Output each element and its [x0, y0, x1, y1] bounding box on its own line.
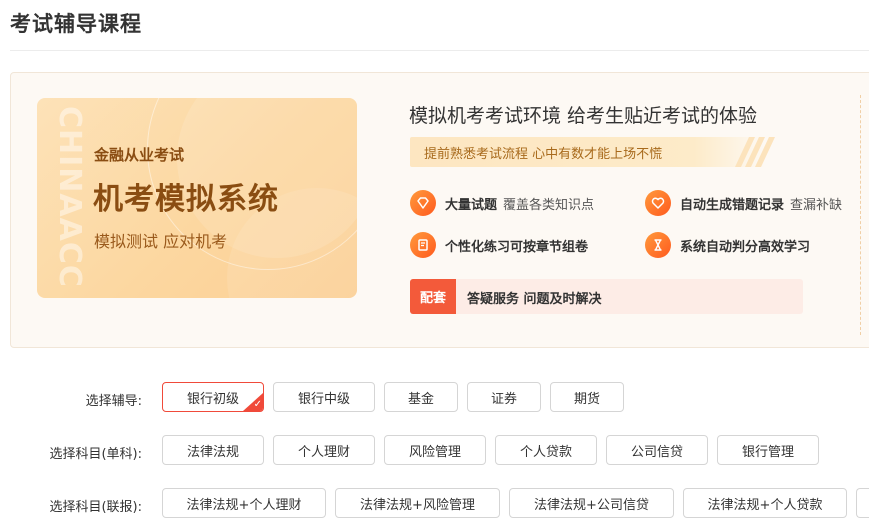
document-icon [410, 232, 436, 258]
feature-title: 自动生成错题记录 [680, 197, 785, 213]
chip-label: 银行管理 [741, 444, 794, 460]
feature-item: 系统自动判分高效学习 [645, 231, 810, 259]
dashed-divider [860, 95, 861, 335]
hourglass-icon [645, 232, 671, 258]
subject-option[interactable]: 法律法规 [162, 435, 264, 465]
subject-option[interactable]: 银行管理 [717, 435, 819, 465]
chip-label: 个人贷款 [519, 444, 572, 460]
combo-option[interactable]: 法律法规+个人贷款 [683, 488, 847, 518]
hero-tagline: 模拟测试 应对机考 [94, 232, 228, 251]
service-badge: 配套 [410, 279, 456, 314]
feature-title: 个性化练习可按章节组卷 [445, 239, 589, 255]
service-bar: 配套 答疑服务 问题及时解决 [410, 279, 803, 314]
chip-label: 风险管理 [408, 444, 461, 460]
chip-label: 法律法规+个人理财 [186, 497, 302, 513]
chip-label: 公司信贷 [630, 444, 683, 460]
intro-ribbon-text: 提前熟悉考试流程 心中有数才能上场不慌 [424, 147, 663, 162]
counseling-option-futures[interactable]: 期货 [550, 382, 624, 412]
counseling-option-securities[interactable]: 证券 [467, 382, 541, 412]
chip-label: 法律法规 [186, 444, 239, 460]
chip-label: 基金 [407, 391, 434, 407]
combined-subject-label: 选择科目(联报): [49, 500, 142, 515]
check-icon: ✓ [253, 399, 262, 410]
subject-option[interactable]: 个人理财 [273, 435, 375, 465]
chip-label: 证券 [490, 391, 517, 407]
hero-title: 机考模拟系统 [93, 182, 279, 217]
subject-option[interactable]: 风险管理 [384, 435, 486, 465]
hero-watermark: CHINAACC [52, 106, 87, 288]
feature-desc: 查漏补缺 [790, 197, 843, 213]
intro-ribbon: 提前熟悉考试流程 心中有数才能上场不慌 [410, 137, 775, 167]
combo-option[interactable]: 法律法规+风险管理 [335, 488, 500, 518]
counseling-option-fund[interactable]: 基金 [384, 382, 458, 412]
chip-label: 期货 [573, 391, 600, 407]
counseling-option-banking-junior[interactable]: 银行初级 ✓ [162, 382, 264, 412]
feature-item: 自动生成错题记录 查漏补缺 [645, 189, 842, 217]
heart-icon [645, 190, 671, 216]
diamond-icon [410, 190, 436, 216]
feature-desc: 覆盖各类知识点 [503, 197, 595, 213]
hero-card: CHINAACC 金融从业考试 机考模拟系统 模拟测试 应对机考 [37, 98, 357, 298]
title-divider [10, 50, 869, 51]
intro-headline: 模拟机考考试环境 给考生贴近考试的体验 [409, 105, 758, 127]
feature-title: 系统自动判分高效学习 [680, 239, 811, 255]
hero-subtitle: 金融从业考试 [94, 146, 185, 164]
chip-label: 法律法规+风险管理 [360, 497, 475, 513]
counseling-option-banking-intermediate[interactable]: 银行中级 [273, 382, 375, 412]
page-title: 考试辅导课程 [10, 12, 142, 36]
subject-option[interactable]: 公司信贷 [606, 435, 708, 465]
subject-option[interactable]: 个人贷款 [495, 435, 597, 465]
chip-label: 法律法规+公司信贷 [534, 497, 649, 513]
feature-title: 大量试题 [445, 197, 498, 213]
chip-label: 法律法规+个人贷款 [707, 497, 823, 513]
combo-option[interactable]: 法律法规+个人理财 [162, 488, 326, 518]
combo-option[interactable]: 法律法规+公司信贷 [509, 488, 674, 518]
feature-item: 个性化练习可按章节组卷 [410, 231, 588, 259]
feature-item: 大量试题 覆盖各类知识点 [410, 189, 594, 217]
chip-label: 银行中级 [297, 391, 350, 407]
chip-label: 银行初级 [186, 391, 239, 407]
single-subject-label: 选择科目(单科): [49, 447, 142, 462]
combo-option-partial[interactable] [856, 488, 869, 518]
chip-label: 个人理财 [297, 444, 350, 460]
counseling-label: 选择辅导: [85, 394, 142, 409]
service-text: 答疑服务 问题及时解决 [467, 292, 602, 307]
